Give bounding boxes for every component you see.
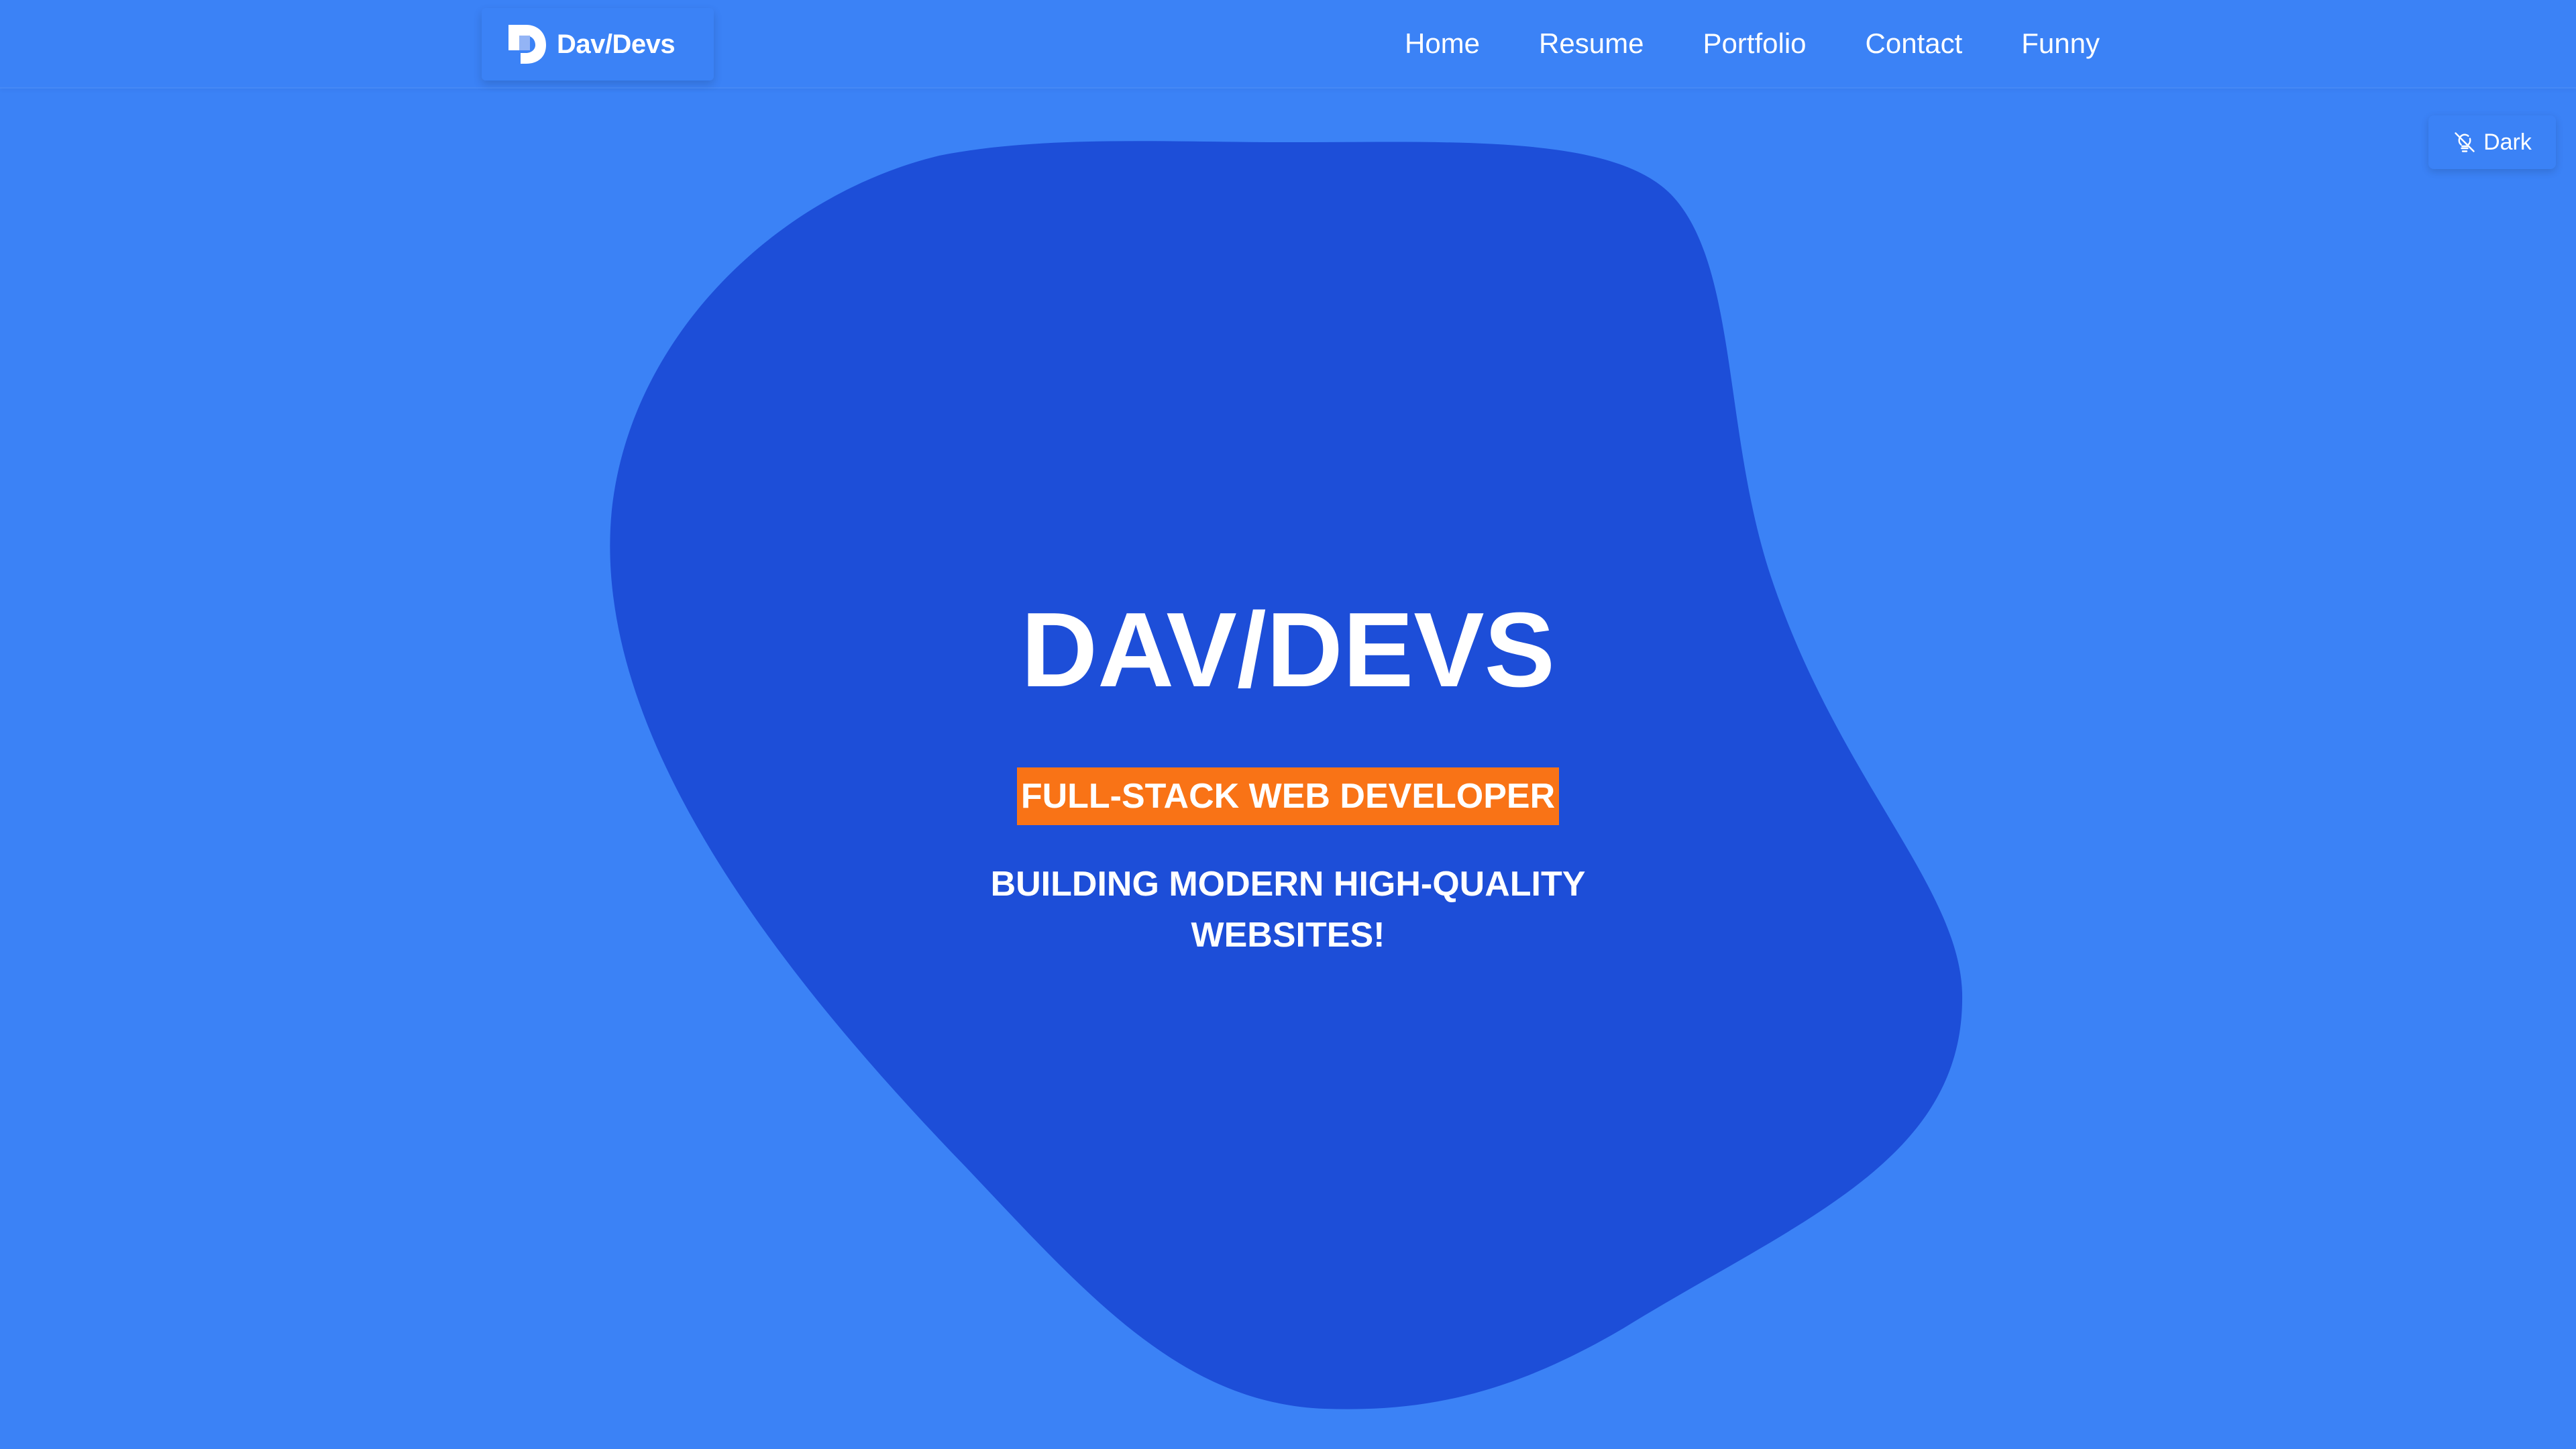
bulb-off-icon: [2455, 132, 2475, 152]
nav-item-contact[interactable]: Contact: [1866, 28, 1963, 60]
role-badge: FULL-STACK WEB DEVELOPER: [1016, 767, 1560, 825]
hero-subtitle: BUILDING MODERN HIGH-QUALITY WEBSITES!: [990, 865, 1586, 955]
hero-badge-wrapper: FULL-STACK WEB DEVELOPER: [751, 767, 1825, 825]
main-nav: Home Resume Portfolio Contact Funny: [1346, 0, 2100, 87]
hero-section: DAV/DEVS FULL-STACK WEB DEVELOPER BUILDI…: [751, 597, 1825, 961]
dark-mode-toggle[interactable]: Dark: [2428, 115, 2556, 169]
brand-logo-link[interactable]: Dav/Devs: [482, 8, 714, 80]
d-logo-icon: [508, 25, 546, 64]
nav-item-portfolio[interactable]: Portfolio: [1703, 28, 1806, 60]
brand-name: Dav/Devs: [557, 29, 676, 59]
nav-item-home[interactable]: Home: [1405, 28, 1480, 60]
nav-item-resume[interactable]: Resume: [1539, 28, 1644, 60]
site-header: Dav/Devs Home Resume Portfolio Contact F…: [0, 0, 2576, 89]
dark-toggle-label: Dark: [2483, 129, 2532, 155]
hero-title: DAV/DEVS: [1020, 591, 1556, 709]
page: Dav/Devs Home Resume Portfolio Contact F…: [0, 0, 2576, 1449]
nav-item-funny[interactable]: Funny: [2021, 28, 2100, 60]
